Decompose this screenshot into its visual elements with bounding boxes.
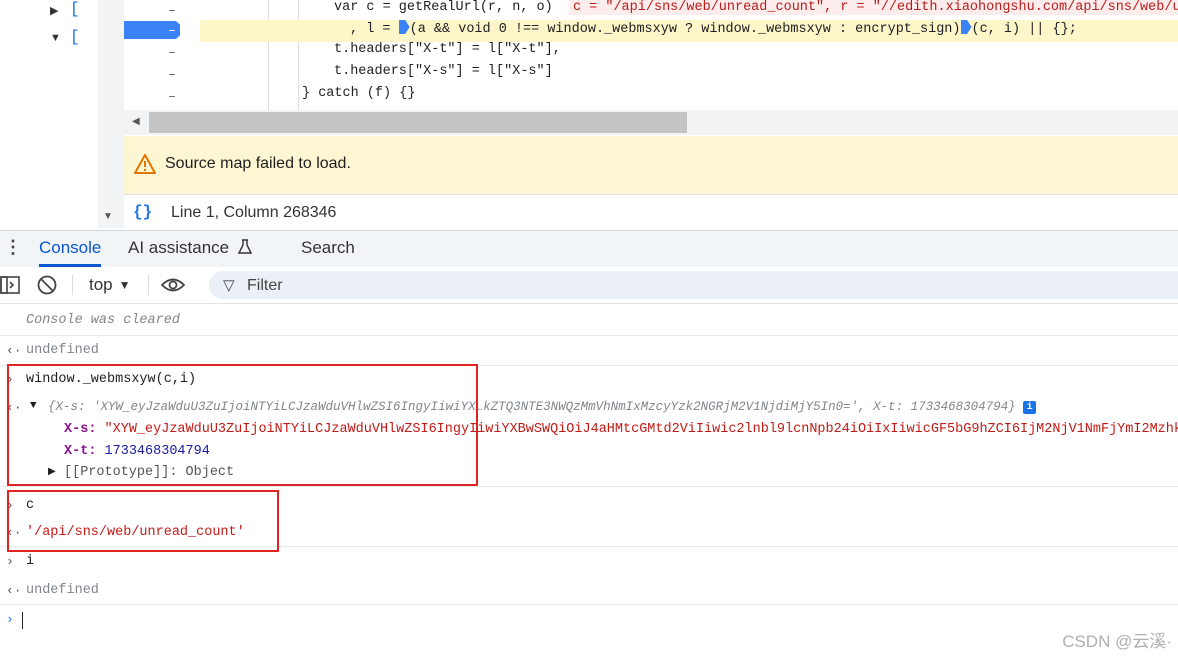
more-options-icon[interactable]: ⋮ bbox=[4, 237, 22, 258]
drawer-tab-bar: ⋮ Console AI assistance Search bbox=[0, 230, 1178, 268]
toolbar-divider bbox=[72, 275, 73, 295]
context-label: top bbox=[89, 275, 113, 294]
text-cursor bbox=[22, 612, 23, 629]
tab-console[interactable]: Console bbox=[39, 231, 102, 267]
code-text: (c, i) || {}; bbox=[971, 22, 1077, 37]
code-text: (a && void 0 !== window._webmsxyw ? wind… bbox=[409, 22, 961, 37]
breakpoint-column-marker-icon[interactable] bbox=[960, 20, 972, 34]
result-text: undefined bbox=[26, 343, 99, 358]
console-message-cleared: Console was cleared bbox=[0, 304, 1178, 336]
code-line[interactable]: } catch (f) {} bbox=[200, 86, 1178, 108]
code-line-paused[interactable]: , l = (a && void 0 !== window._webmsxyw … bbox=[200, 20, 1178, 42]
source-map-warning: Source map failed to load. bbox=[124, 136, 1178, 194]
gutter-line[interactable]: – bbox=[124, 64, 200, 86]
toolbar-divider bbox=[148, 275, 149, 295]
context-selector[interactable]: top ▼ bbox=[89, 267, 131, 303]
console-result: ‹· undefined bbox=[0, 335, 1178, 366]
warning-text: Source map failed to load. bbox=[165, 155, 351, 172]
code-text: , l = bbox=[350, 22, 399, 37]
file-bracket-icon: [ bbox=[70, 0, 80, 18]
code-text: t.headers["X-s"] = l["X-s"] bbox=[334, 64, 553, 79]
console-result: ‹· undefined bbox=[0, 576, 1178, 605]
clear-console-icon[interactable] bbox=[37, 267, 57, 303]
code-line[interactable]: t.headers["X-s"] = l["X-s"] bbox=[200, 64, 1178, 86]
tab-search[interactable]: Search bbox=[301, 231, 355, 267]
code-text: var c = getRealUrl(r, n, o) bbox=[334, 0, 553, 15]
input-text: i bbox=[26, 554, 35, 569]
warning-icon bbox=[134, 154, 156, 174]
scroll-down-arrow-icon[interactable]: ▼ bbox=[103, 211, 113, 222]
console-toolbar: top ▼ ▽ Filter bbox=[0, 267, 1178, 304]
result-arrow-icon: ‹· bbox=[6, 583, 22, 598]
gutter-line[interactable]: – bbox=[124, 42, 200, 64]
code-editor[interactable]: var c = getRealUrl(r, n, o) c = "/api/sn… bbox=[200, 0, 1178, 110]
cursor-position: Line 1, Column 268346 bbox=[171, 204, 337, 221]
tree-item[interactable]: ▶ [ bbox=[50, 0, 90, 22]
gutter-line[interactable]: – bbox=[124, 86, 200, 108]
horizontal-scrollbar[interactable]: ◀ bbox=[124, 110, 1178, 135]
filter-input[interactable]: ▽ Filter bbox=[209, 271, 1178, 299]
code-line[interactable]: var c = getRealUrl(r, n, o) c = "/api/sn… bbox=[200, 0, 1178, 22]
scrollbar-thumb[interactable] bbox=[149, 112, 687, 133]
dropdown-arrow-icon: ▼ bbox=[118, 278, 131, 292]
breakpoint-line[interactable]: – bbox=[124, 20, 200, 42]
prompt-caret-icon: › bbox=[6, 612, 14, 627]
annotation-box bbox=[7, 490, 279, 552]
scroll-left-arrow-icon[interactable]: ◀ bbox=[132, 116, 140, 127]
console-input: › i bbox=[0, 548, 1178, 576]
cleared-text: Console was cleared bbox=[26, 313, 180, 328]
input-prompt-icon: › bbox=[6, 554, 14, 569]
file-tree-scrollbar[interactable]: ▼ bbox=[98, 0, 124, 228]
filter-funnel-icon: ▽ bbox=[223, 277, 235, 294]
filter-placeholder: Filter bbox=[247, 277, 283, 294]
result-text: undefined bbox=[26, 583, 99, 598]
code-line[interactable]: t.headers["X-t"] = l["X-t"], bbox=[200, 42, 1178, 64]
breakpoint-column-marker-icon[interactable] bbox=[398, 20, 410, 34]
flask-icon bbox=[237, 239, 252, 254]
collapse-triangle-icon[interactable]: ▼ bbox=[50, 32, 61, 44]
code-text: t.headers["X-t"] = l["X-t"], bbox=[334, 42, 561, 57]
watermark: CSDN @云溪· bbox=[1062, 632, 1172, 651]
pretty-print-braces-icon[interactable]: {} bbox=[133, 203, 152, 221]
expand-triangle-icon[interactable]: ▶ bbox=[50, 4, 58, 17]
console-prompt-line[interactable]: › bbox=[0, 604, 1178, 638]
tree-item[interactable]: ▼ [ bbox=[50, 28, 90, 50]
code-text: } catch (f) {} bbox=[302, 86, 416, 101]
gutter-line[interactable]: – bbox=[124, 0, 200, 22]
tab-label: AI assistance bbox=[128, 238, 230, 257]
file-tree: ▶ [ ▼ [ bbox=[0, 0, 98, 228]
editor-status-bar: {} Line 1, Column 268346 bbox=[124, 194, 1178, 231]
annotation-box bbox=[7, 364, 478, 486]
sidebar-toggle-icon[interactable] bbox=[0, 267, 20, 303]
breakpoint-marker[interactable]: – bbox=[124, 21, 180, 39]
file-bracket-icon: [ bbox=[70, 28, 80, 46]
tab-ai-assistance[interactable]: AI assistance bbox=[128, 231, 252, 267]
inline-value-preview: c = "/api/sns/web/unread_count", r = "//… bbox=[568, 0, 1178, 15]
info-icon[interactable]: i bbox=[1023, 401, 1037, 414]
code-gutter: – – – – – bbox=[124, 0, 200, 110]
live-expression-eye-icon[interactable] bbox=[161, 267, 185, 303]
result-arrow-icon: ‹· bbox=[6, 343, 22, 358]
